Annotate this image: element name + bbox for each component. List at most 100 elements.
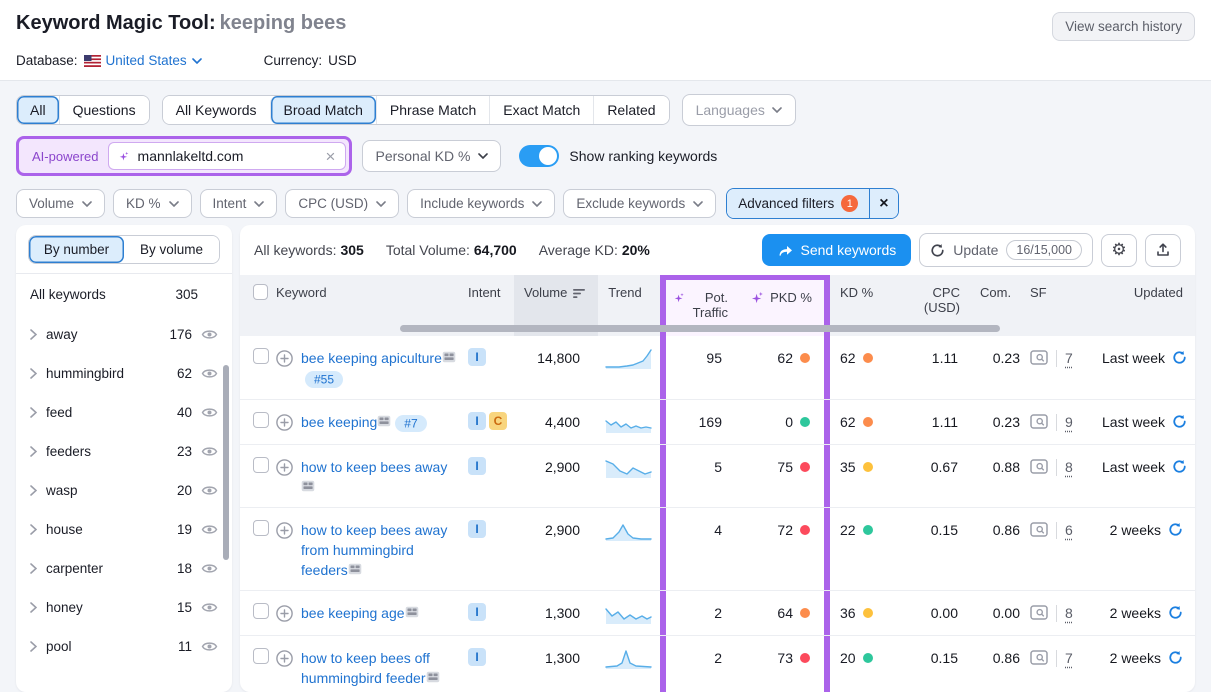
serp-features-icon[interactable] xyxy=(1030,459,1048,474)
serp-preview-icon[interactable] xyxy=(405,606,419,618)
keyword-link[interactable]: how to keep bees away xyxy=(301,459,447,475)
filter-exclude-keywords[interactable]: Exclude keywords xyxy=(563,189,716,218)
row-checkbox[interactable] xyxy=(253,412,269,428)
refresh-icon[interactable] xyxy=(1172,459,1187,474)
advanced-filters-close-button[interactable]: × xyxy=(869,189,897,218)
add-keyword-icon[interactable] xyxy=(276,522,293,539)
eye-icon[interactable] xyxy=(201,484,218,497)
show-ranking-keywords-toggle[interactable] xyxy=(519,145,559,167)
tab-all[interactable]: All xyxy=(17,96,59,124)
filter-kd[interactable]: KD % xyxy=(113,189,192,218)
sidebar-item-feed[interactable]: feed40 xyxy=(16,393,232,432)
sidebar-all-keywords-row[interactable]: All keywords 305 xyxy=(16,274,232,315)
sf-count[interactable]: 8 xyxy=(1065,457,1073,477)
refresh-icon[interactable] xyxy=(1168,650,1183,665)
select-all-checkbox[interactable] xyxy=(253,284,268,300)
serp-features-icon[interactable] xyxy=(1030,414,1048,429)
keyword-link[interactable]: how to keep bees away from hummingbird f… xyxy=(301,522,447,578)
export-button[interactable] xyxy=(1145,234,1181,267)
eye-icon[interactable] xyxy=(201,367,218,380)
serp-preview-icon[interactable] xyxy=(301,480,315,492)
database-selector[interactable]: United States xyxy=(84,53,202,68)
serp-preview-icon[interactable] xyxy=(442,351,456,363)
eye-icon[interactable] xyxy=(201,523,218,536)
serp-features-icon[interactable] xyxy=(1030,605,1048,620)
add-keyword-icon[interactable] xyxy=(276,650,293,667)
eye-icon[interactable] xyxy=(201,601,218,614)
row-checkbox[interactable] xyxy=(253,348,269,364)
intent-badge-i[interactable]: I xyxy=(468,412,486,430)
settings-button[interactable]: ⚙ xyxy=(1101,234,1137,267)
intent-badge-i[interactable]: I xyxy=(468,457,486,475)
refresh-icon[interactable] xyxy=(1168,522,1183,537)
intent-badge-i[interactable]: I xyxy=(468,348,486,366)
sidebar-tab-by-volume[interactable]: By volume xyxy=(124,236,219,263)
send-keywords-button[interactable]: Send keywords xyxy=(762,234,912,266)
filter-intent[interactable]: Intent xyxy=(200,189,278,218)
keyword-link[interactable]: bee keeping age xyxy=(301,605,405,621)
row-checkbox[interactable] xyxy=(253,648,269,664)
tab-broad-match[interactable]: Broad Match xyxy=(270,96,376,124)
refresh-icon[interactable] xyxy=(1172,414,1187,429)
col-sf[interactable]: SF xyxy=(1028,275,1102,336)
sidebar-item-carpenter[interactable]: carpenter18 xyxy=(16,549,232,588)
languages-dropdown[interactable]: Languages xyxy=(682,94,796,126)
keyword-link[interactable]: bee keeping xyxy=(301,414,377,430)
keyword-link[interactable]: bee keeping apiculture xyxy=(301,350,442,366)
view-search-history-button[interactable]: View search history xyxy=(1052,12,1195,41)
intent-badge-i[interactable]: I xyxy=(468,648,486,666)
sf-count[interactable]: 6 xyxy=(1065,520,1073,540)
row-checkbox[interactable] xyxy=(253,457,269,473)
col-updated[interactable]: Updated xyxy=(1102,275,1195,336)
add-keyword-icon[interactable] xyxy=(276,414,293,431)
eye-icon[interactable] xyxy=(201,562,218,575)
serp-preview-icon[interactable] xyxy=(348,563,362,575)
add-keyword-icon[interactable] xyxy=(276,350,293,367)
row-checkbox[interactable] xyxy=(253,603,269,619)
serp-preview-icon[interactable] xyxy=(426,671,440,683)
search-input[interactable] xyxy=(138,148,319,164)
intent-badge-c[interactable]: C xyxy=(489,412,507,430)
tab-related[interactable]: Related xyxy=(593,96,668,124)
intent-badge-i[interactable]: I xyxy=(468,603,486,621)
sidebar-item-pool[interactable]: pool11 xyxy=(16,627,232,666)
serp-features-icon[interactable] xyxy=(1030,350,1048,365)
personal-kd-dropdown[interactable]: Personal KD % xyxy=(362,140,501,172)
sf-count[interactable]: 8 xyxy=(1065,603,1073,623)
ranking-position-badge[interactable]: #7 xyxy=(395,415,426,432)
sidebar-item-away[interactable]: away176 xyxy=(16,315,232,354)
keyword-link[interactable]: how to keep bees off hummingbird feeder xyxy=(301,650,430,686)
eye-icon[interactable] xyxy=(201,445,218,458)
add-keyword-icon[interactable] xyxy=(276,459,293,476)
refresh-icon[interactable] xyxy=(1172,350,1187,365)
sidebar-item-feeders[interactable]: feeders23 xyxy=(16,432,232,471)
tab-all-keywords[interactable]: All Keywords xyxy=(163,96,270,124)
ranking-position-badge[interactable]: #55 xyxy=(305,371,343,388)
filter-cpc-usd[interactable]: CPC (USD) xyxy=(285,189,399,218)
sidebar-tab-by-number[interactable]: By number xyxy=(29,236,124,263)
tab-phrase-match[interactable]: Phrase Match xyxy=(376,96,489,124)
eye-icon[interactable] xyxy=(201,640,218,653)
advanced-filters-button[interactable]: Advanced filters 1 xyxy=(727,189,869,218)
sf-count[interactable]: 7 xyxy=(1065,348,1073,368)
tab-questions[interactable]: Questions xyxy=(59,96,149,124)
sidebar-item-honey[interactable]: honey15 xyxy=(16,588,232,627)
filter-include-keywords[interactable]: Include keywords xyxy=(407,189,555,218)
horizontal-scrollbar[interactable] xyxy=(400,325,1000,332)
add-keyword-icon[interactable] xyxy=(276,605,293,622)
sidebar-item-house[interactable]: house19 xyxy=(16,510,232,549)
update-button[interactable]: Update 16/15,000 xyxy=(919,233,1093,267)
filter-volume[interactable]: Volume xyxy=(16,189,105,218)
serp-features-icon[interactable] xyxy=(1030,522,1048,537)
tab-exact-match[interactable]: Exact Match xyxy=(489,96,593,124)
sidebar-scrollbar[interactable] xyxy=(223,365,229,560)
sf-count[interactable]: 9 xyxy=(1065,412,1073,432)
intent-badge-i[interactable]: I xyxy=(468,520,486,538)
sidebar-item-wasp[interactable]: wasp20 xyxy=(16,471,232,510)
sidebar-item-hummingbird[interactable]: hummingbird62 xyxy=(16,354,232,393)
eye-icon[interactable] xyxy=(201,406,218,419)
serp-preview-icon[interactable] xyxy=(377,415,391,427)
eye-icon[interactable] xyxy=(201,328,218,341)
clear-input-icon[interactable]: × xyxy=(326,148,336,165)
row-checkbox[interactable] xyxy=(253,520,269,536)
